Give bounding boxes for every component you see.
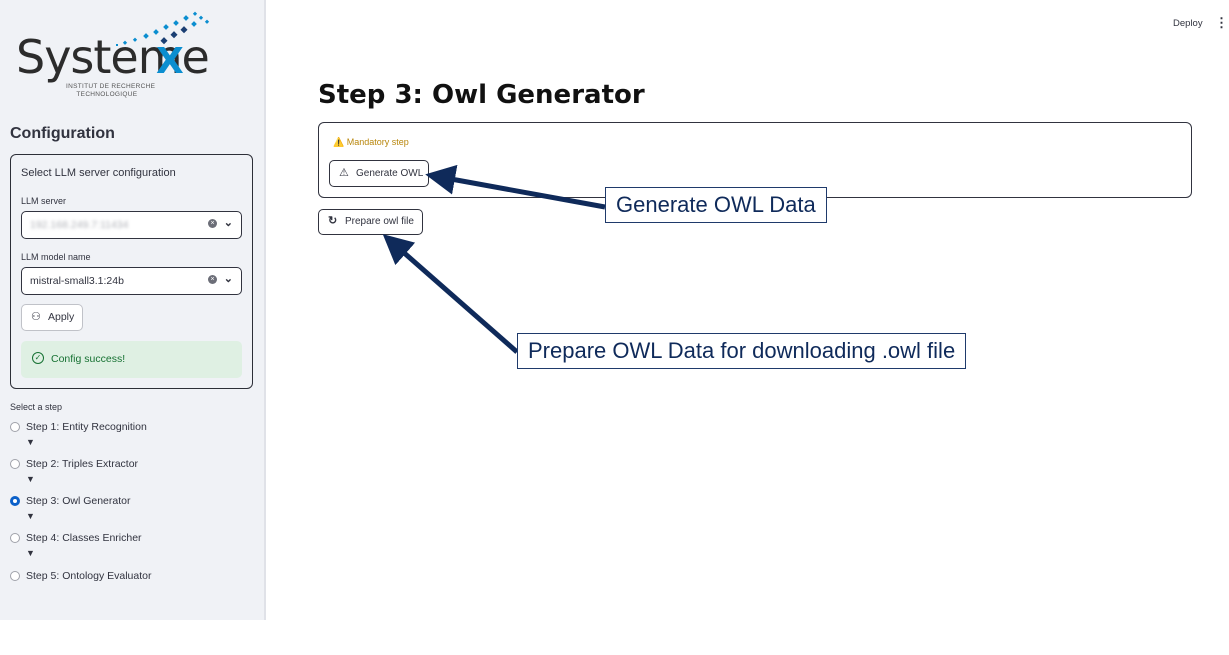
prepare-owl-callout: Prepare OWL Data for downloading .owl fi…: [517, 333, 967, 369]
arrow-to-generate: [425, 164, 606, 210]
annotation-arrows: [382, 164, 606, 354]
arrow-to-prepare: [382, 234, 519, 354]
generate-owl-callout: Generate OWL Data: [605, 187, 827, 223]
